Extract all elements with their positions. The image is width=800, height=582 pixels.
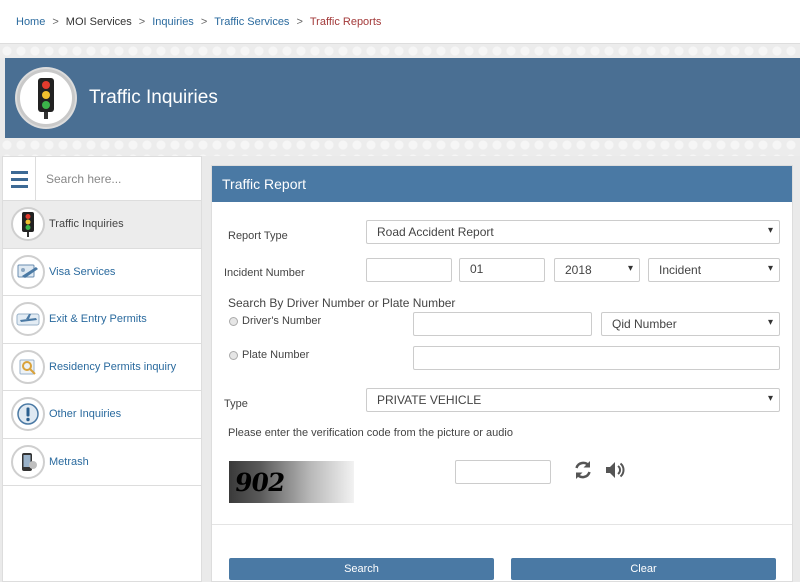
hamburger-menu-icon[interactable] — [3, 157, 36, 201]
id-type-value: Qid Number — [612, 317, 677, 331]
traffic-light-icon — [17, 69, 75, 127]
refresh-icon[interactable] — [572, 459, 594, 481]
page-header: Traffic Inquiries — [5, 58, 800, 138]
breadcrumb-traffic-services[interactable]: Traffic Services — [214, 16, 289, 28]
incident-number-input[interactable] — [366, 258, 452, 282]
drivers-number-input[interactable] — [413, 312, 592, 336]
incident-number-label: Incident Number — [224, 267, 305, 279]
vehicle-type-value: PRIVATE VEHICLE — [377, 393, 482, 407]
sidebar-search-input[interactable] — [36, 157, 201, 200]
report-type-label: Report Type — [228, 230, 288, 242]
incident-day-input[interactable]: 01 — [459, 258, 545, 282]
breadcrumb-inquiries[interactable]: Inquiries — [152, 16, 194, 28]
verification-instructions: Please enter the verification code from … — [228, 427, 513, 439]
captcha-input[interactable] — [455, 460, 551, 484]
sidebar-item-other-inquiries[interactable]: Other Inquiries — [3, 391, 201, 439]
sidebar-header — [3, 157, 201, 201]
report-type-select[interactable]: Road Accident Report — [366, 220, 780, 244]
audio-icon[interactable] — [604, 459, 626, 481]
incident-year-value: 2018 — [565, 263, 592, 277]
sidebar-item-label: Metrash — [49, 455, 89, 468]
decorative-band — [0, 44, 800, 58]
sidebar-item-traffic-inquiries[interactable]: Traffic Inquiries — [3, 201, 201, 249]
report-type-value: Road Accident Report — [377, 225, 494, 239]
plate-number-input[interactable] — [413, 346, 780, 370]
sidebar-item-label: Residency Permits inquiry — [49, 360, 177, 373]
breadcrumb-separator: > — [200, 15, 208, 28]
incident-kind-value: Incident — [659, 263, 702, 277]
incident-year-select[interactable]: 2018 — [554, 258, 640, 282]
incident-kind-select[interactable]: Incident — [648, 258, 780, 282]
breadcrumb: Home > MOI Services > Inquiries > Traffi… — [0, 0, 800, 44]
visa-icon — [11, 254, 45, 289]
exclamation-icon — [11, 397, 45, 432]
clear-button[interactable]: Clear — [511, 558, 776, 580]
airplane-icon — [11, 302, 45, 337]
search-button[interactable]: Search — [229, 558, 494, 580]
sidebar-item-visa-services[interactable]: Visa Services — [3, 249, 201, 296]
breadcrumb-separator: > — [52, 15, 59, 28]
drivers-number-radio[interactable] — [229, 317, 238, 326]
plate-number-radio[interactable] — [229, 351, 238, 360]
sidebar-item-exit-entry-permits[interactable]: Exit & Entry Permits — [3, 296, 201, 344]
captcha-text: 902 — [232, 467, 287, 497]
search-by-heading: Search By Driver Number or Plate Number — [228, 296, 456, 310]
plate-number-label: Plate Number — [242, 349, 310, 361]
traffic-light-icon — [11, 207, 45, 242]
page-title: Traffic Inquiries — [89, 87, 218, 108]
sidebar-item-label: Exit & Entry Permits — [49, 313, 147, 326]
breadcrumb-traffic-reports: Traffic Reports — [309, 15, 382, 28]
divider — [212, 524, 792, 525]
breadcrumb-home[interactable]: Home — [16, 16, 45, 28]
drivers-number-label: Driver's Number — [242, 315, 322, 327]
sidebar: Traffic Inquiries Visa Services Exit & E… — [2, 156, 202, 582]
type-label: Type — [224, 398, 248, 410]
sidebar-item-residency-permits[interactable]: Residency Permits inquiry — [3, 344, 201, 391]
breadcrumb-separator: > — [296, 15, 303, 28]
captcha-image: 902 — [229, 461, 354, 503]
incident-day-value: 01 — [470, 262, 484, 276]
sidebar-item-label: Visa Services — [49, 265, 116, 278]
id-type-select[interactable]: Qid Number — [601, 312, 780, 336]
traffic-report-panel: Traffic Report Report Type Road Accident… — [211, 165, 793, 582]
sidebar-item-label: Other Inquiries — [49, 408, 122, 421]
sidebar-item-metrash[interactable]: Metrash — [3, 439, 201, 486]
panel-title: Traffic Report — [212, 166, 792, 202]
breadcrumb-separator: > — [138, 15, 146, 28]
residency-icon — [11, 349, 45, 384]
sidebar-item-label: Traffic Inquiries — [49, 218, 124, 231]
vehicle-type-select[interactable]: PRIVATE VEHICLE — [366, 388, 780, 412]
decorative-band — [0, 138, 800, 156]
metrash-icon — [11, 444, 45, 479]
breadcrumb-moi-services: MOI Services — [65, 15, 132, 28]
